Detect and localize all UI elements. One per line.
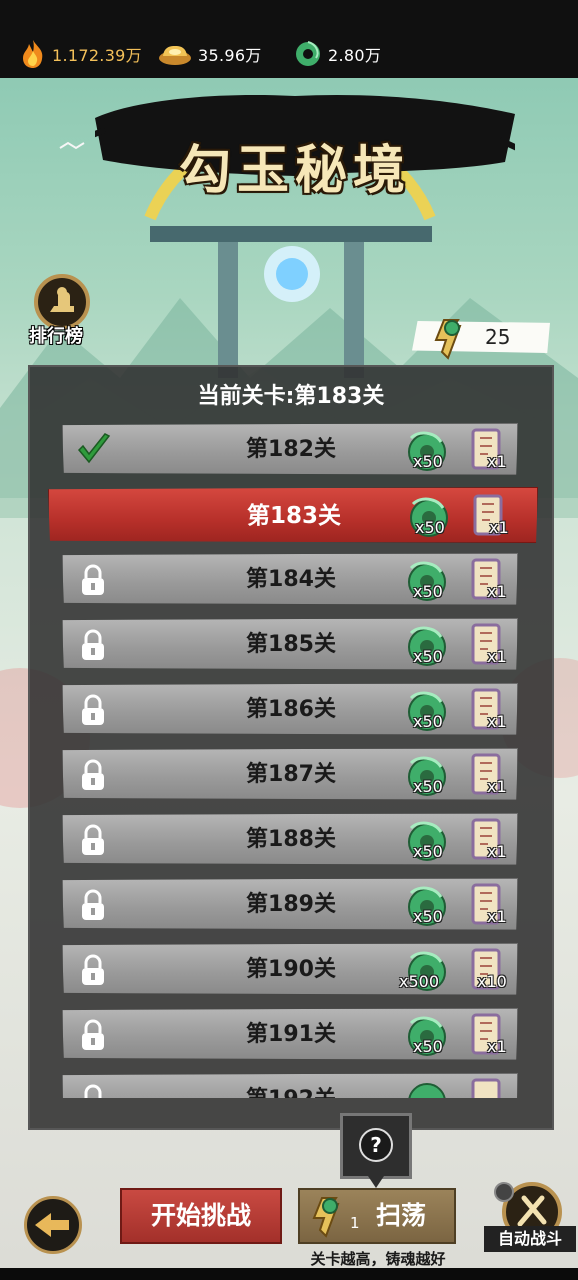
scroll-reward-qty: x10 <box>477 972 507 991</box>
sweep-label: 扫荡 <box>376 1201 427 1230</box>
sweep-button[interactable]: 1 扫荡 <box>298 1188 456 1244</box>
jade-token-icon <box>434 319 462 360</box>
help-button[interactable]: ? <box>340 1113 412 1179</box>
jade-reward-qty: x50 <box>413 1037 443 1056</box>
level-row-182[interactable]: 第182关 x50 x1 <box>62 423 518 475</box>
scroll-reward-qty: x1 <box>487 647 507 666</box>
page-title: 勾玉秘境 <box>178 140 411 201</box>
sweep-cost: 1 <box>350 1214 360 1232</box>
jade-reward-qty: x50 <box>413 907 443 926</box>
jade-reward-qty: x50 <box>413 842 443 861</box>
auto-battle-label[interactable]: 自动战斗 <box>484 1226 576 1252</box>
scroll-reward-qty: x1 <box>487 777 507 796</box>
scroll-reward-qty: x1 <box>487 712 507 731</box>
jade-reward-icon <box>408 1083 446 1098</box>
jade-reward-qty: x50 <box>413 452 443 471</box>
resource-bar: 1.172.39万 35.96万 2.80万 <box>0 0 578 78</box>
level-row-190[interactable]: 第190关 x500 x10 <box>62 943 518 995</box>
help-icon: ? <box>359 1128 393 1162</box>
fire-amount: 1.172.39万 <box>52 46 142 65</box>
fire-resource: 1.172.39万 <box>20 36 142 72</box>
scroll-reward-icon <box>471 1078 501 1098</box>
gold-ingot-icon <box>159 46 191 65</box>
jade-reward-qty: x50 <box>413 582 443 601</box>
jade-token-icon <box>312 1197 340 1238</box>
hint-text: 关卡越高，铸魂越好 <box>310 1250 446 1268</box>
jade-icon <box>296 41 320 66</box>
start-challenge-button[interactable]: 开始挑战 <box>120 1188 282 1244</box>
ranking-label[interactable]: 排行榜 <box>10 322 102 348</box>
tooltip-pointer-icon <box>368 1176 384 1188</box>
level-row-192[interactable]: 第192关 <box>62 1073 518 1098</box>
scroll-reward-qty: x1 <box>487 1037 507 1056</box>
level-row-185[interactable]: 第185关 x50 x1 <box>62 618 518 670</box>
jade-amount: 2.80万 <box>328 46 382 65</box>
level-row-184[interactable]: 第184关 x50 x1 <box>62 553 518 605</box>
level-row-191[interactable]: 第191关 x50 x1 <box>62 1008 518 1060</box>
back-button[interactable] <box>24 1196 82 1254</box>
level-list[interactable]: 第182关 x50 x1 第183关 x50 x1 第184关 x50 x1 第… <box>44 420 538 1098</box>
jade-reward-qty: x500 <box>399 972 440 991</box>
scroll-reward-qty: x1 <box>487 452 507 471</box>
level-row-183[interactable]: 第183关 x50 x1 <box>48 487 538 543</box>
gold-resource: 35.96万 <box>158 36 262 72</box>
level-row-189[interactable]: 第189关 x50 x1 <box>62 878 518 930</box>
level-row-186[interactable]: 第186关 x50 x1 <box>62 683 518 735</box>
scroll-reward-qty: x1 <box>487 842 507 861</box>
jade-balance-count: 25 <box>485 325 511 349</box>
scroll-reward-qty: x1 <box>487 907 507 926</box>
level-label: 第183关 <box>246 503 341 529</box>
back-arrow-icon <box>35 1213 69 1237</box>
jade-reward-qty: x50 <box>413 777 443 796</box>
gold-amount: 35.96万 <box>198 46 262 65</box>
scroll-reward-qty: x1 <box>487 582 507 601</box>
fire-icon <box>23 40 43 68</box>
scroll-reward-qty: x1 <box>489 518 509 537</box>
bottom-bar <box>0 1268 578 1280</box>
jade-reward-qty: x50 <box>413 712 443 731</box>
jade-reward-qty: x50 <box>415 518 445 537</box>
level-row-188[interactable]: 第188关 x50 x1 <box>62 813 518 865</box>
jade-reward-qty: x50 <box>413 647 443 666</box>
current-level-title: 当前关卡:第183关 <box>197 384 385 409</box>
level-row-187[interactable]: 第187关 x50 x1 <box>62 748 518 800</box>
jade-resource: 2.80万 <box>294 36 381 72</box>
